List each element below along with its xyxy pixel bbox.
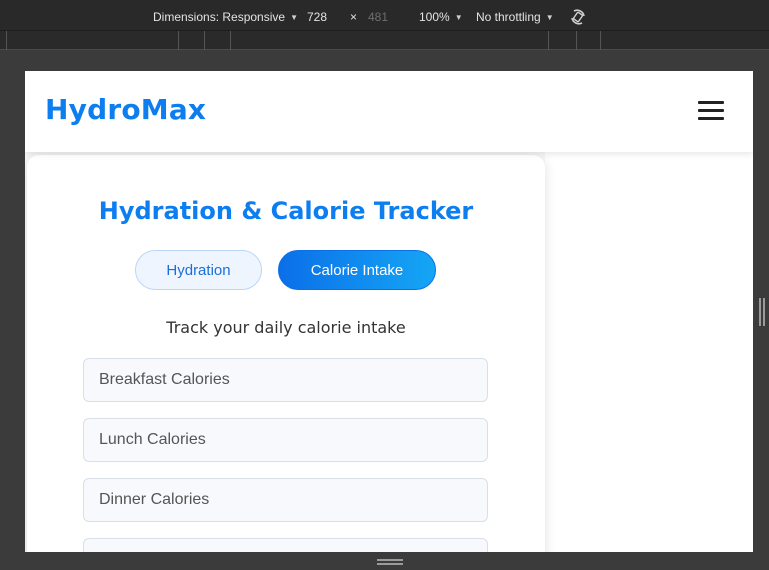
tab-calorie-intake[interactable]: Calorie Intake <box>278 250 436 290</box>
dimensions-label: Dimensions: Responsive <box>153 10 286 24</box>
media-query-ruler <box>0 30 769 51</box>
zoom-dropdown[interactable]: 100% ▼ <box>419 10 463 24</box>
tab-label: Hydration <box>166 261 231 279</box>
dimensions-dropdown[interactable]: Dimensions: Responsive ▼ <box>153 10 298 24</box>
width-input[interactable]: 728 <box>307 10 327 24</box>
resize-handle-right[interactable] <box>758 298 766 326</box>
height-input[interactable]: 481 <box>368 10 388 24</box>
height-value: 481 <box>368 10 389 24</box>
chevron-down-icon: ▼ <box>290 12 298 22</box>
page-background-panel <box>545 152 753 552</box>
navbar: HydroMax <box>25 71 753 152</box>
resize-handle-bottom[interactable] <box>377 558 403 566</box>
times-icon: × <box>350 10 358 24</box>
logo[interactable]: HydroMax <box>45 93 206 126</box>
zoom-value: 100% <box>419 10 450 24</box>
tracker-card: Hydration & Calorie Tracker Hydration Ca… <box>27 155 545 552</box>
width-value: 728 <box>307 10 328 24</box>
throttling-value: No throttling <box>476 10 541 24</box>
chevron-down-icon: ▼ <box>545 12 554 22</box>
chevron-down-icon: ▼ <box>454 12 463 22</box>
device-viewport: HydroMax Hydration & Calorie Tracker Hyd… <box>25 71 753 552</box>
dinner-calories-input[interactable] <box>83 478 488 522</box>
additional-calories-input[interactable] <box>83 538 488 552</box>
breakfast-calories-input[interactable] <box>83 358 488 402</box>
tab-hydration[interactable]: Hydration <box>135 250 262 290</box>
lunch-calories-input[interactable] <box>83 418 488 462</box>
devtools-device-toolbar: Dimensions: Responsive ▼ 728 × 481 100% … <box>0 0 769 34</box>
hamburger-menu-icon[interactable] <box>698 101 724 121</box>
tab-label: Calorie Intake <box>310 261 404 279</box>
page-title: Hydration & Calorie Tracker <box>98 197 474 225</box>
rotate-icon[interactable] <box>569 8 587 26</box>
section-subtitle: Track your daily calorie intake <box>166 318 406 337</box>
throttling-dropdown[interactable]: No throttling ▼ <box>476 10 554 24</box>
